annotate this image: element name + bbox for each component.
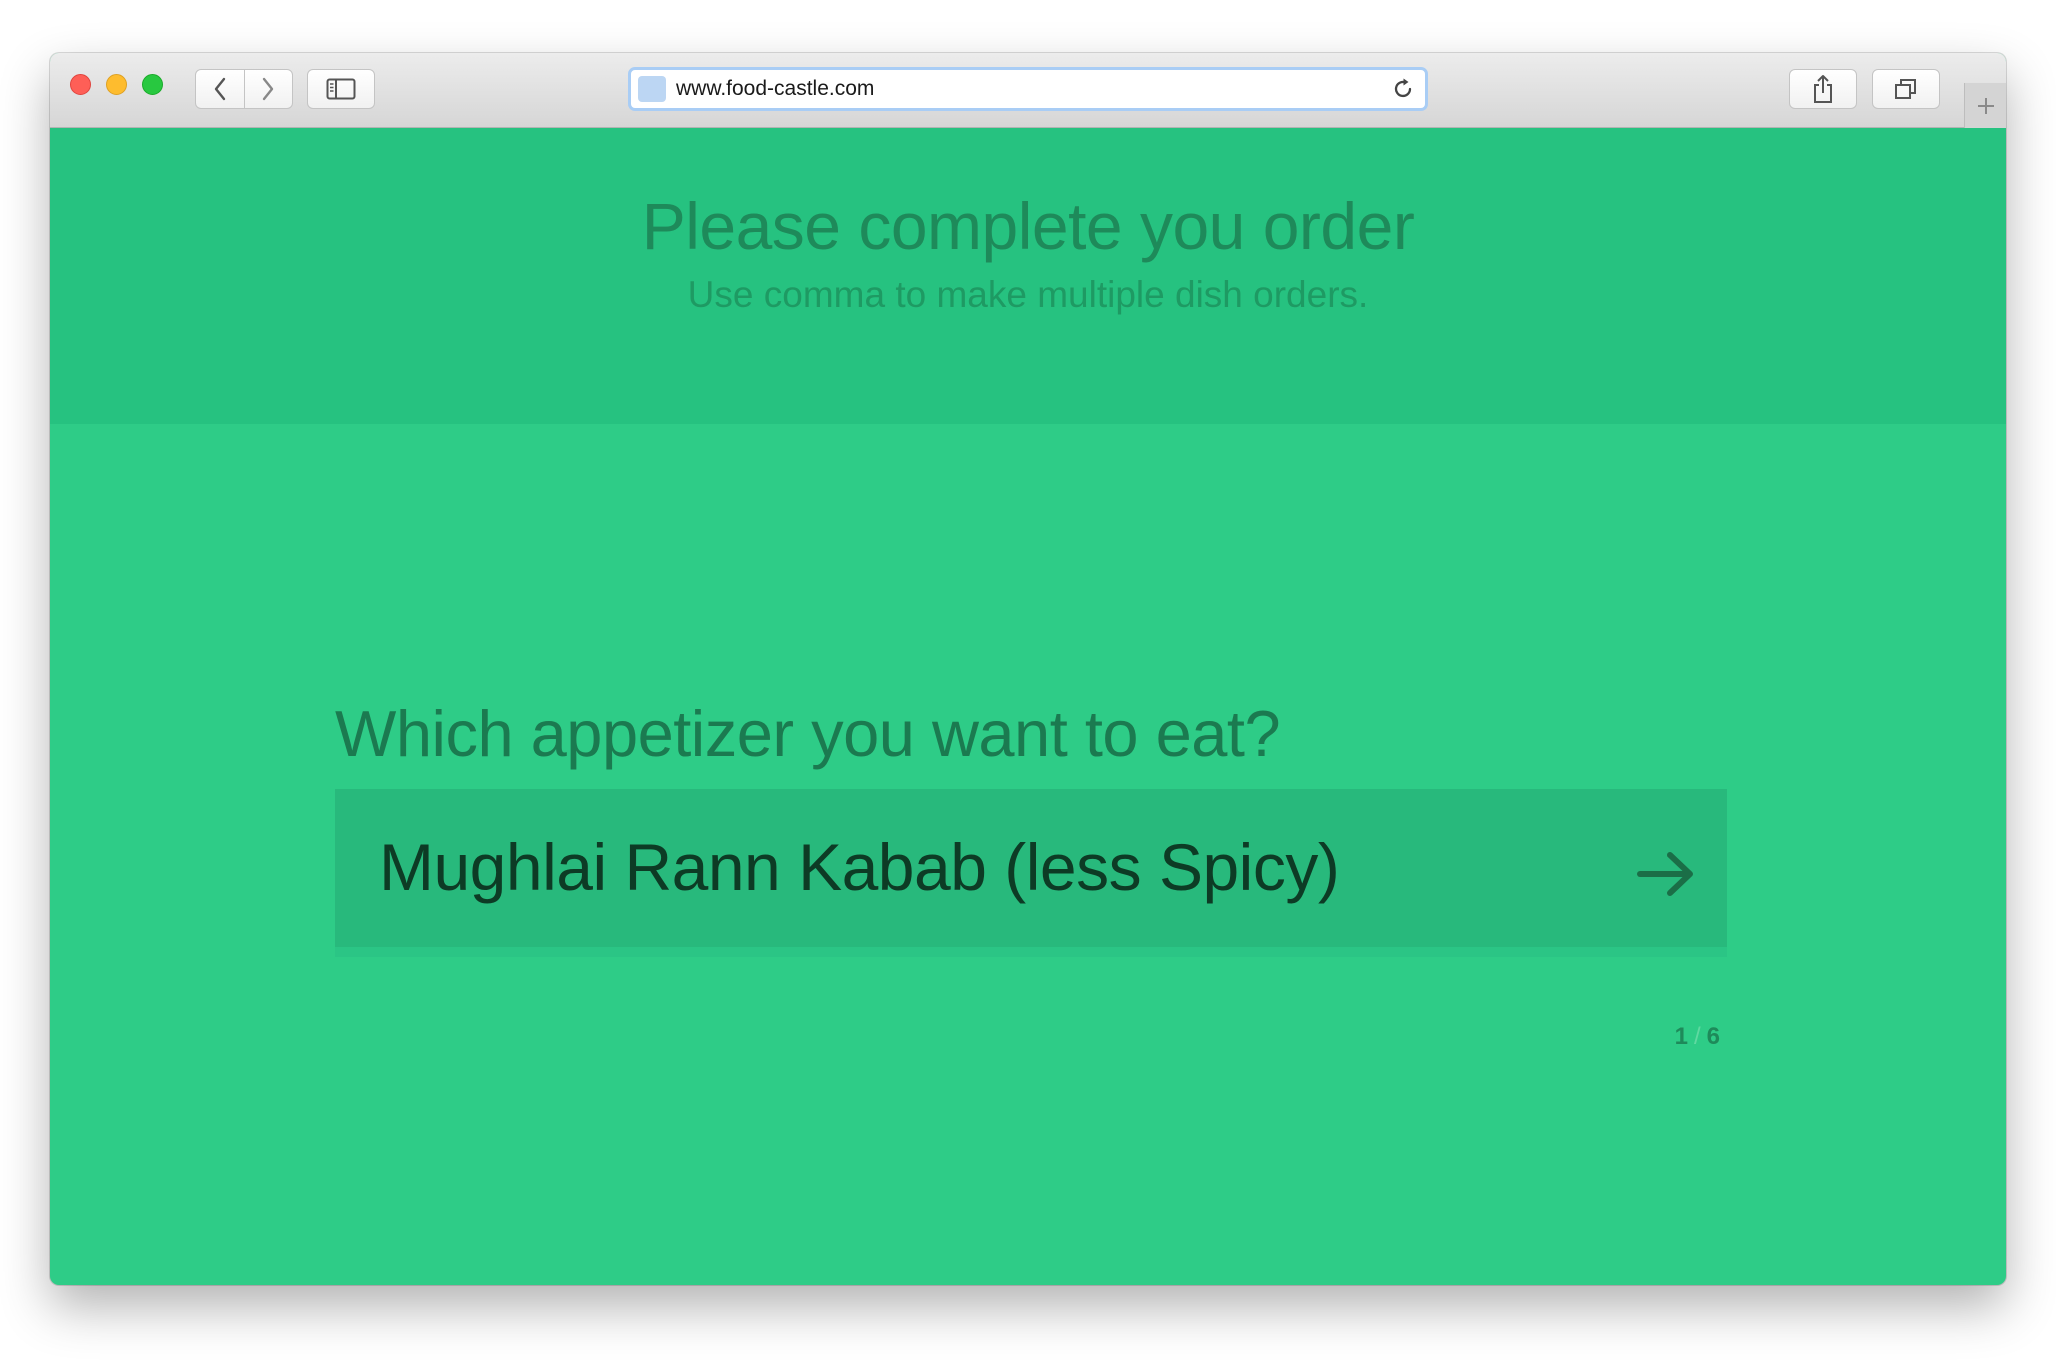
page-header: Please complete you order Use comma to m…	[50, 128, 2006, 424]
forward-button[interactable]	[243, 70, 293, 108]
progress-indicator: 1/6	[1650, 1023, 1720, 1051]
address-bar[interactable]: www.food-castle.com	[628, 67, 1428, 111]
answer-field-container	[335, 789, 1727, 957]
navigation-buttons	[195, 69, 293, 109]
sidebar-icon	[326, 78, 356, 100]
plus-icon	[1977, 97, 1994, 114]
share-button[interactable]	[1789, 69, 1857, 109]
chevron-right-icon	[263, 77, 274, 101]
browser-window: www.food-castle.com Please complete you …	[50, 53, 2006, 1285]
chevron-left-icon	[214, 77, 225, 101]
progress-current: 1	[1674, 1023, 1688, 1050]
maximize-window-button[interactable]	[142, 74, 163, 95]
page-subtitle: Use comma to make multiple dish orders.	[687, 274, 1369, 315]
arrow-right-icon[interactable]	[1637, 849, 1697, 899]
tabs-icon	[1895, 79, 1916, 99]
site-favicon-icon	[638, 76, 666, 102]
progress-total: 6	[1706, 1023, 1720, 1050]
browser-toolbar: www.food-castle.com	[50, 53, 2006, 128]
show-tabs-button[interactable]	[1872, 69, 1940, 109]
close-window-button[interactable]	[70, 74, 91, 95]
back-button[interactable]	[196, 70, 244, 108]
answer-input[interactable]	[379, 827, 1579, 907]
sidebar-toggle-button[interactable]	[307, 69, 375, 109]
new-tab-button[interactable]	[1964, 83, 2006, 128]
url-text[interactable]: www.food-castle.com	[676, 77, 874, 101]
question-label: Which appetizer you want to eat?	[335, 697, 1281, 770]
progress-separator: /	[1693, 1023, 1701, 1050]
minimize-window-button[interactable]	[106, 74, 127, 95]
share-icon	[1814, 75, 1832, 103]
reload-icon[interactable]	[1391, 77, 1415, 101]
page-title: Please complete you order	[641, 189, 1415, 263]
